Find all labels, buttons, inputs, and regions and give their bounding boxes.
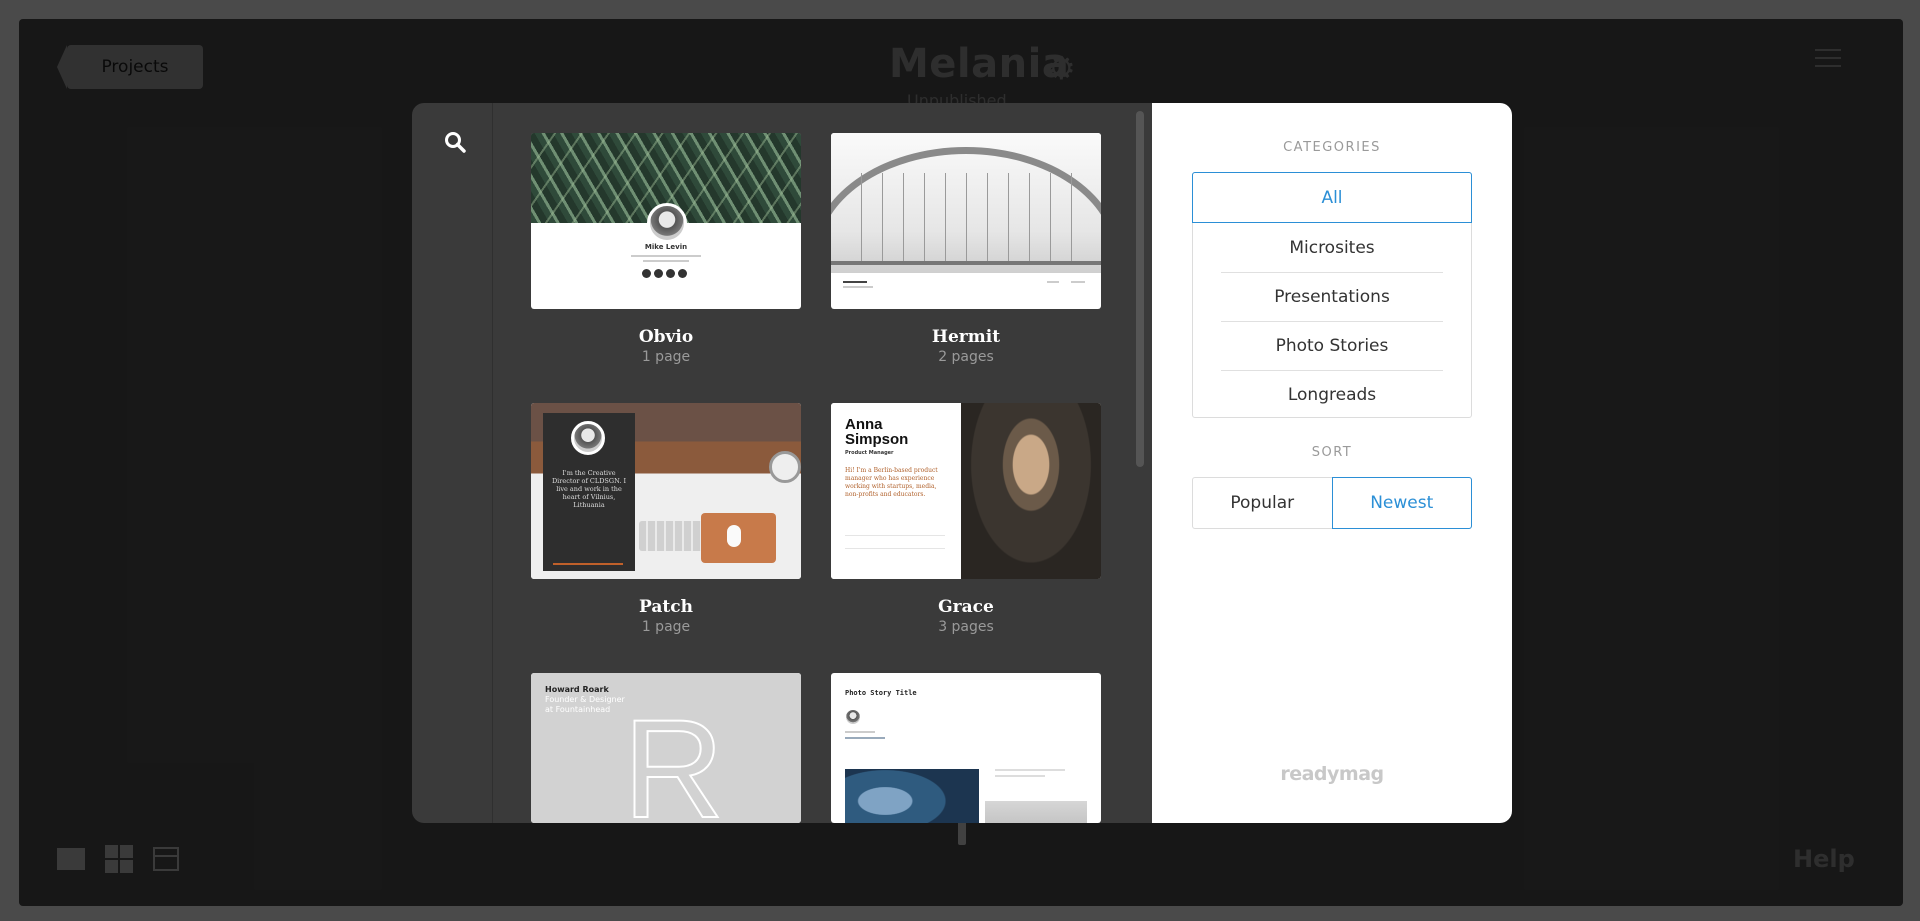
template-title: Grace xyxy=(938,597,994,617)
category-microsites[interactable]: Microsites xyxy=(1193,223,1471,272)
sort-heading: SORT xyxy=(1311,445,1353,460)
thumb-name: Anna Simpson xyxy=(845,416,909,448)
categories-list: All Microsites Presentations Photo Stori… xyxy=(1192,172,1472,418)
template-card-obvio[interactable]: Mike Levin Obvio 1 page xyxy=(531,133,801,365)
thumb-name: Howard Roark xyxy=(545,685,609,694)
thumb-name: Mike Levin xyxy=(644,243,688,251)
template-thumbnail[interactable]: Mike Levin xyxy=(531,133,801,309)
template-pages: 2 pages xyxy=(938,349,994,365)
sort-newest-button[interactable]: Newest xyxy=(1331,477,1472,529)
template-thumbnail[interactable] xyxy=(831,133,1101,309)
thumb-heading: Photo Story Title xyxy=(845,689,917,697)
template-pages: 3 pages xyxy=(938,619,994,635)
sort-popular-button[interactable]: Popular xyxy=(1193,478,1332,528)
template-title: Patch xyxy=(639,597,693,617)
template-card-grace[interactable]: Anna Simpson Product Manager Hi! I'm a B… xyxy=(831,403,1101,635)
filter-panel: CATEGORIES All Microsites Presentations … xyxy=(1152,103,1512,823)
readymag-logo: readymag xyxy=(1280,763,1384,785)
search-column xyxy=(412,103,493,823)
avatar xyxy=(845,709,861,725)
category-presentations[interactable]: Presentations xyxy=(1193,272,1471,321)
template-thumbnail[interactable]: Photo Story Title xyxy=(831,673,1101,823)
avatar xyxy=(647,203,687,243)
template-title: Obvio xyxy=(638,327,694,347)
template-thumbnail[interactable]: I'm the Creative Director of CLDSGN. I l… xyxy=(531,403,801,579)
thumb-letter: R xyxy=(622,690,725,824)
template-pages: 1 page xyxy=(641,619,691,635)
template-title: Hermit xyxy=(931,327,1001,347)
gallery-scrollbar-thumb[interactable] xyxy=(1136,111,1144,467)
template-card-photo-story[interactable]: Photo Story Title xyxy=(831,673,1101,823)
category-longreads[interactable]: Longreads xyxy=(1193,370,1471,419)
template-thumbnail[interactable]: Anna Simpson Product Manager Hi! I'm a B… xyxy=(831,403,1101,579)
template-card-roark[interactable]: Howard Roark Founder & Designer at Fount… xyxy=(531,673,801,823)
gallery-scrollbar[interactable] xyxy=(1136,111,1144,815)
template-pages: 1 page xyxy=(641,349,691,365)
thumb-bio: Hi! I'm a Berlin-based product manager w… xyxy=(845,467,938,498)
category-all[interactable]: All xyxy=(1192,172,1472,223)
thumb-sub: Founder & Designer at Fountainhead xyxy=(545,695,625,714)
template-picker-modal: Mike Levin Obvio 1 page Hermit 2 pages I… xyxy=(412,103,1512,823)
avatar xyxy=(571,421,605,455)
social-icons xyxy=(642,269,687,278)
bio-panel: I'm the Creative Director of CLDSGN. I l… xyxy=(543,413,635,571)
sort-toggle: Popular Newest xyxy=(1192,477,1472,529)
template-gallery: Mike Levin Obvio 1 page Hermit 2 pages I… xyxy=(412,103,1152,823)
categories-heading: CATEGORIES xyxy=(1283,140,1381,155)
thumb-bio: I'm the Creative Director of CLDSGN. I l… xyxy=(551,469,627,509)
thumb-role: Product Manager xyxy=(845,450,894,456)
template-card-hermit[interactable]: Hermit 2 pages xyxy=(831,133,1101,365)
template-thumbnail[interactable]: Howard Roark Founder & Designer at Fount… xyxy=(531,673,801,823)
template-card-patch[interactable]: I'm the Creative Director of CLDSGN. I l… xyxy=(531,403,801,635)
search-icon[interactable] xyxy=(444,131,466,153)
category-photo-stories[interactable]: Photo Stories xyxy=(1193,321,1471,370)
